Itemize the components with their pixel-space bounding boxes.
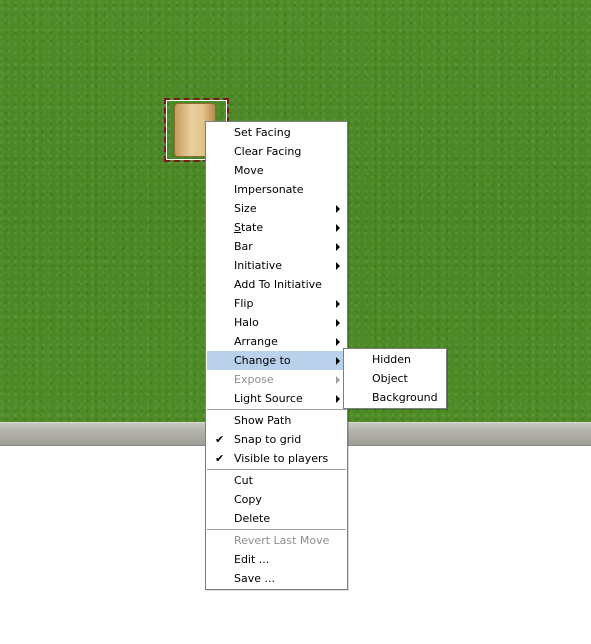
menu-item-add-to-initiative[interactable]: Add To Initiative [207,275,346,294]
checkmark-icon: ✔ [215,452,225,465]
menu-item-state[interactable]: State [207,218,346,237]
submenu-item-hidden[interactable]: Hidden [345,350,445,369]
token-context-menu: Set Facing Clear Facing Move Impersonate Siz… [205,121,348,590]
submenu-item-background[interactable]: Background [345,388,445,407]
submenu-arrow-icon [336,376,340,384]
menu-item-label: Arrange [234,335,278,348]
menu-item-size[interactable]: Size [207,199,346,218]
menu-item-label: Revert Last Move [234,534,330,547]
menu-item-label: Save ... [234,572,275,585]
menu-item-delete[interactable]: Delete [207,509,346,528]
menu-item-copy[interactable]: Copy [207,490,346,509]
menu-item-halo[interactable]: Halo [207,313,346,332]
menu-separator [207,469,346,470]
menu-item-label: Object [372,372,408,385]
menu-item-label: Edit ... [234,553,270,566]
menu-item-light-source[interactable]: Light Source [207,389,346,408]
menu-item-label: Move [234,164,264,177]
menu-item-label: Clear Facing [234,145,302,158]
submenu-item-object[interactable]: Object [345,369,445,388]
menu-separator [207,409,346,410]
menu-item-label: Halo [234,316,259,329]
menu-item-revert-last-move: Revert Last Move [207,531,346,550]
menu-item-label: Add To Initiative [234,278,322,291]
menu-item-label: Delete [234,512,271,525]
menu-item-label: Hidden [372,353,412,366]
menu-item-label: Set Facing [234,126,291,139]
menu-item-initiative[interactable]: Initiative [207,256,346,275]
menu-item-move[interactable]: Move [207,161,346,180]
menu-item-save[interactable]: Save ... [207,569,346,588]
submenu-arrow-icon [336,357,340,365]
change-to-submenu: Hidden Object Background [343,348,447,409]
menu-item-expose: Expose [207,370,346,389]
menu-item-label: Copy [234,493,262,506]
menu-item-label: Size [234,202,257,215]
submenu-arrow-icon [336,338,340,346]
menu-item-cut[interactable]: Cut [207,471,346,490]
menu-item-set-facing[interactable]: Set Facing [207,123,346,142]
menu-item-impersonate[interactable]: Impersonate [207,180,346,199]
submenu-arrow-icon [336,205,340,213]
menu-item-arrange[interactable]: Arrange [207,332,346,351]
menu-item-show-path[interactable]: Show Path [207,411,346,430]
menu-item-label: Show Path [234,414,292,427]
checkmark-icon: ✔ [215,433,225,446]
menu-item-flip[interactable]: Flip [207,294,346,313]
menu-item-snap-to-grid[interactable]: ✔ Snap to grid [207,430,346,449]
submenu-arrow-icon [336,395,340,403]
submenu-arrow-icon [336,224,340,232]
menu-item-bar[interactable]: Bar [207,237,346,256]
submenu-arrow-icon [336,262,340,270]
submenu-arrow-icon [336,319,340,327]
menu-item-label: Background [372,391,438,404]
menu-item-label: Impersonate [234,183,304,196]
menu-separator [207,529,346,530]
menu-item-visible-to-players[interactable]: ✔ Visible to players [207,449,346,468]
menu-item-label: Cut [234,474,253,487]
menu-item-change-to[interactable]: Change to [207,351,346,370]
menu-item-label: Light Source [234,392,303,405]
menu-item-label: Flip [234,297,254,310]
submenu-arrow-icon [336,300,340,308]
menu-item-label: Bar [234,240,253,253]
menu-item-label: State [234,221,264,234]
menu-item-clear-facing[interactable]: Clear Facing [207,142,346,161]
menu-item-label: Change to [234,354,291,367]
menu-item-label: Initiative [234,259,283,272]
menu-item-edit[interactable]: Edit ... [207,550,346,569]
menu-item-label: Visible to players [234,452,329,465]
submenu-arrow-icon [336,243,340,251]
menu-item-label: Snap to grid [234,433,302,446]
menu-item-label: Expose [234,373,274,386]
